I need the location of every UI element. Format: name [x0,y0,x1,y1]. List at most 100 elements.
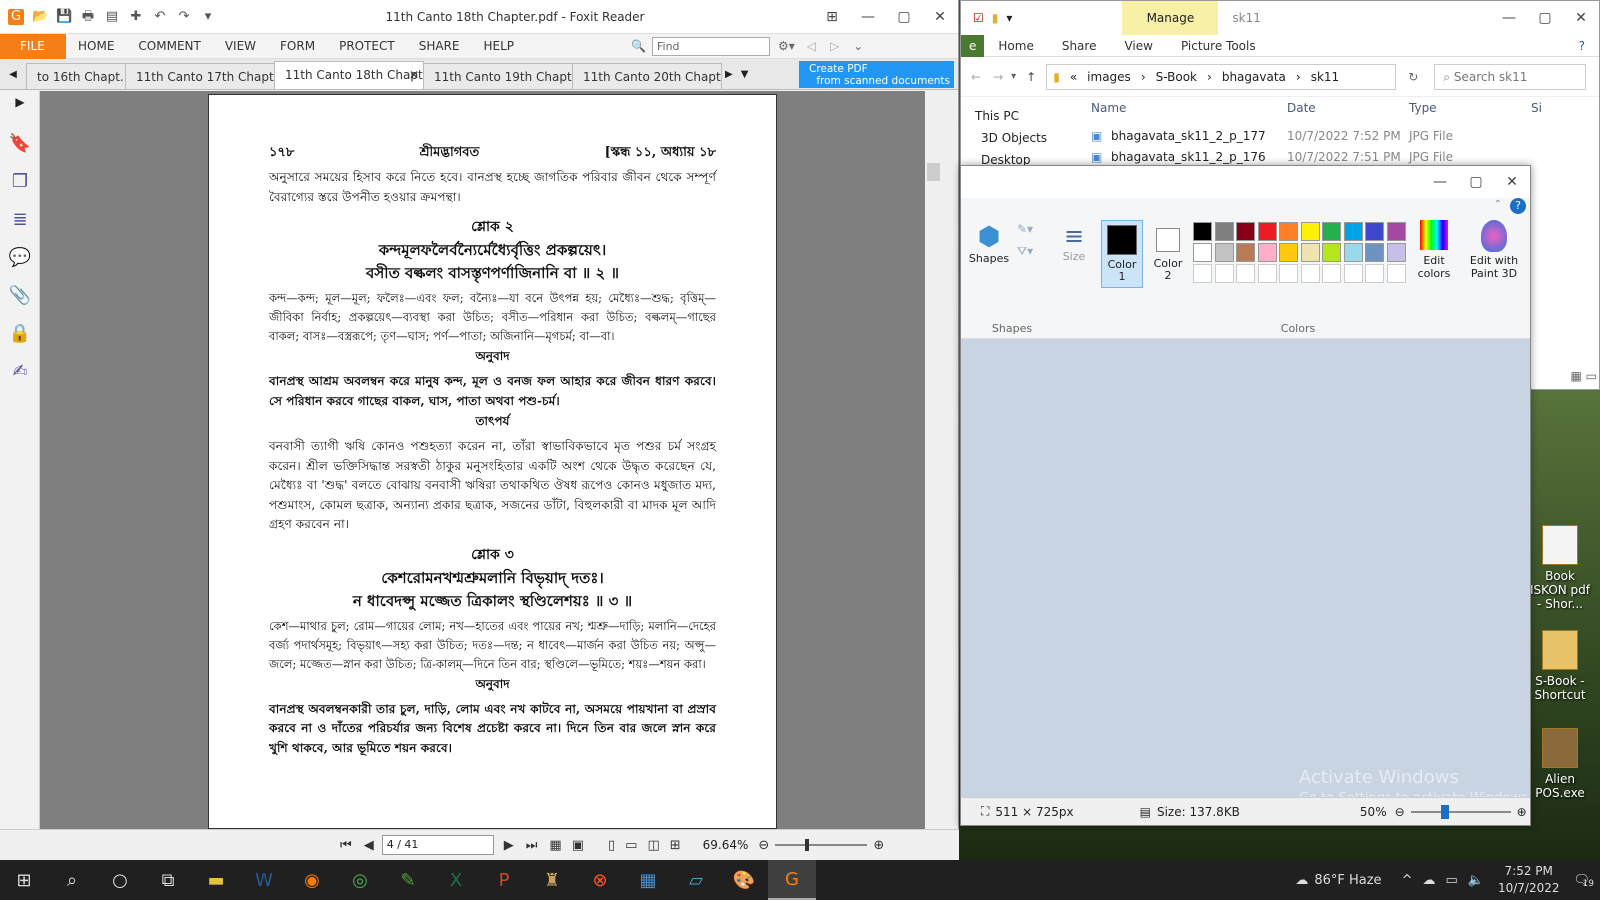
palette-swatch-empty[interactable] [1236,264,1255,283]
edit-colors-button[interactable]: Edit colors [1411,220,1457,280]
menu-home[interactable]: HOME [66,39,126,53]
next-find-icon[interactable]: ▷ [830,39,839,53]
cont-facing-icon[interactable]: ⊞ [670,838,681,853]
file-row[interactable]: ▣ bhagavata_sk11_2_p_177 10/7/2022 7:52 … [1091,129,1581,150]
palette-swatch-empty[interactable] [1279,264,1298,283]
notifications-icon[interactable]: 🗨 19 [1573,873,1593,889]
col-size[interactable]: Si [1531,101,1542,115]
help-icon[interactable]: ? [1510,198,1526,214]
menu-protect[interactable]: PROTECT [327,39,407,53]
palette-swatch-empty[interactable] [1257,264,1277,283]
palette-swatch[interactable] [1300,243,1320,262]
start-button[interactable]: ⊞ [0,860,48,900]
paint-zoom-thumb[interactable] [1440,804,1449,819]
palette-swatch[interactable] [1214,243,1234,262]
chrome-icon[interactable]: ◎ [336,860,384,900]
expand-panel-icon[interactable]: ▶ [8,95,32,119]
zoom-in-icon[interactable]: ⊕ [1517,805,1527,819]
palette-swatch[interactable] [1343,222,1363,241]
zoom-value[interactable]: 69.64% [703,838,749,852]
weather-icon[interactable]: ☁ [1295,873,1308,888]
palette-swatch-empty[interactable] [1322,264,1341,283]
undo-icon[interactable]: ↶ [152,9,168,25]
forward-icon[interactable]: → [993,70,1003,84]
maximize-button[interactable]: ▢ [1527,10,1563,26]
calculator-icon[interactable]: ▦ [624,860,672,900]
find-input[interactable]: Find [651,36,770,56]
ribbon-share[interactable]: Share [1048,39,1111,53]
maximize-button[interactable]: ▢ [1458,174,1494,190]
nav-3d-objects[interactable]: 3D Objects [981,131,1061,145]
back-icon[interactable]: ← [971,70,981,84]
photos-icon[interactable]: ▱ [672,860,720,900]
palette-swatch[interactable] [1300,222,1320,241]
print-icon[interactable]: 🖶 [80,9,96,25]
maximize-button[interactable]: ▢ [886,9,922,25]
close-button[interactable]: ✕ [922,9,958,25]
zoom-out-icon[interactable]: ⊖ [1395,805,1405,819]
save-icon[interactable]: 💾 [56,9,72,25]
last-page-icon[interactable]: ⏭ [526,838,538,853]
menu-form[interactable]: FORM [268,39,327,53]
menu-comment[interactable]: COMMENT [126,39,212,53]
ribbon-view[interactable]: View [1110,39,1166,53]
bookmark-icon[interactable]: 🔖 [8,133,32,157]
palette-swatch[interactable] [1193,222,1212,241]
pages-icon[interactable]: ❐ [8,171,32,195]
fit-icon[interactable]: ▣ [572,838,584,853]
continuous-icon[interactable]: ▭ [625,838,637,853]
weather-text[interactable]: 86°F Haze [1314,873,1381,888]
palette-swatch[interactable] [1322,222,1341,241]
help-icon[interactable]: ? [1565,39,1599,53]
palette-swatch[interactable] [1257,243,1277,262]
color2-button[interactable]: Color 2 [1147,220,1189,288]
tab-19th[interactable]: 11th Canto 19th Chapt... [423,63,573,89]
settings-icon[interactable]: ⚙▾ [778,39,795,53]
minimize-button[interactable]: — [1491,10,1527,26]
lock-icon[interactable]: 🔒 [8,323,32,347]
prev-page-icon[interactable]: ◀ [364,838,374,853]
palette-swatch[interactable] [1236,222,1255,241]
palette-swatch[interactable] [1257,222,1277,241]
firefox-icon[interactable]: ◉ [288,860,336,900]
powerpoint-icon[interactable]: P [480,860,528,900]
palette-swatch[interactable] [1322,243,1341,262]
tab-17th[interactable]: 11th Canto 17th Chapt... [125,63,275,89]
close-button[interactable]: ✕ [1563,10,1599,26]
shapes-button[interactable]: ⬢ Shapes [967,222,1011,265]
ribbon-picture-tools[interactable]: Picture Tools [1167,39,1270,53]
desktop-icon-alien-pos[interactable]: Alien POS.exe [1527,728,1593,800]
file-menu[interactable]: e [961,34,985,57]
app-icon[interactable]: ♜ [528,860,576,900]
next-page-icon[interactable]: ▶ [504,838,514,853]
menu-share[interactable]: SHARE [407,39,472,53]
word-icon[interactable]: W [240,860,288,900]
scrollbar-thumb[interactable] [927,163,940,181]
app-icon[interactable]: ⊗ [576,860,624,900]
layers-icon[interactable]: ≣ [8,209,32,233]
tray-chevron-icon[interactable]: ^ [1402,873,1413,888]
palette-swatch-empty[interactable] [1343,264,1363,283]
recent-icon[interactable]: ▾ [1011,71,1016,82]
grid-icon[interactable]: ⊞ [814,9,850,25]
signature-icon[interactable]: ✍ [8,361,32,385]
minimize-button[interactable]: — [850,9,886,25]
tabs-right-arrow[interactable]: ▶ [725,69,733,80]
palette-swatch[interactable] [1365,222,1384,241]
palette-swatch[interactable] [1214,222,1234,241]
size-button[interactable]: ≡ Size [1051,222,1097,263]
minimize-button[interactable]: — [1422,174,1458,190]
paint-canvas-area[interactable]: Activate Windows Go to Settings to activ… [961,339,1530,806]
paint3d-button[interactable]: Edit with Paint 3D [1461,220,1527,280]
desktop-icon-s-book[interactable]: S-Book - Shortcut [1527,630,1593,702]
menu-help[interactable]: HELP [472,39,527,53]
ribbon-home[interactable]: Home [984,39,1047,53]
search-icon[interactable]: ⌕ [48,860,96,900]
outline-icon[interactable]: ✎▾ [1017,222,1033,236]
network-icon[interactable]: ▭ [1445,873,1457,888]
refresh-icon[interactable]: ↻ [1408,70,1418,84]
first-page-icon[interactable]: ⏮ [340,838,352,853]
zoom-slider[interactable] [775,839,868,851]
clock[interactable]: 7:52 PM 10/7/2022 [1498,863,1560,897]
onedrive-icon[interactable]: ☁ [1422,873,1435,888]
